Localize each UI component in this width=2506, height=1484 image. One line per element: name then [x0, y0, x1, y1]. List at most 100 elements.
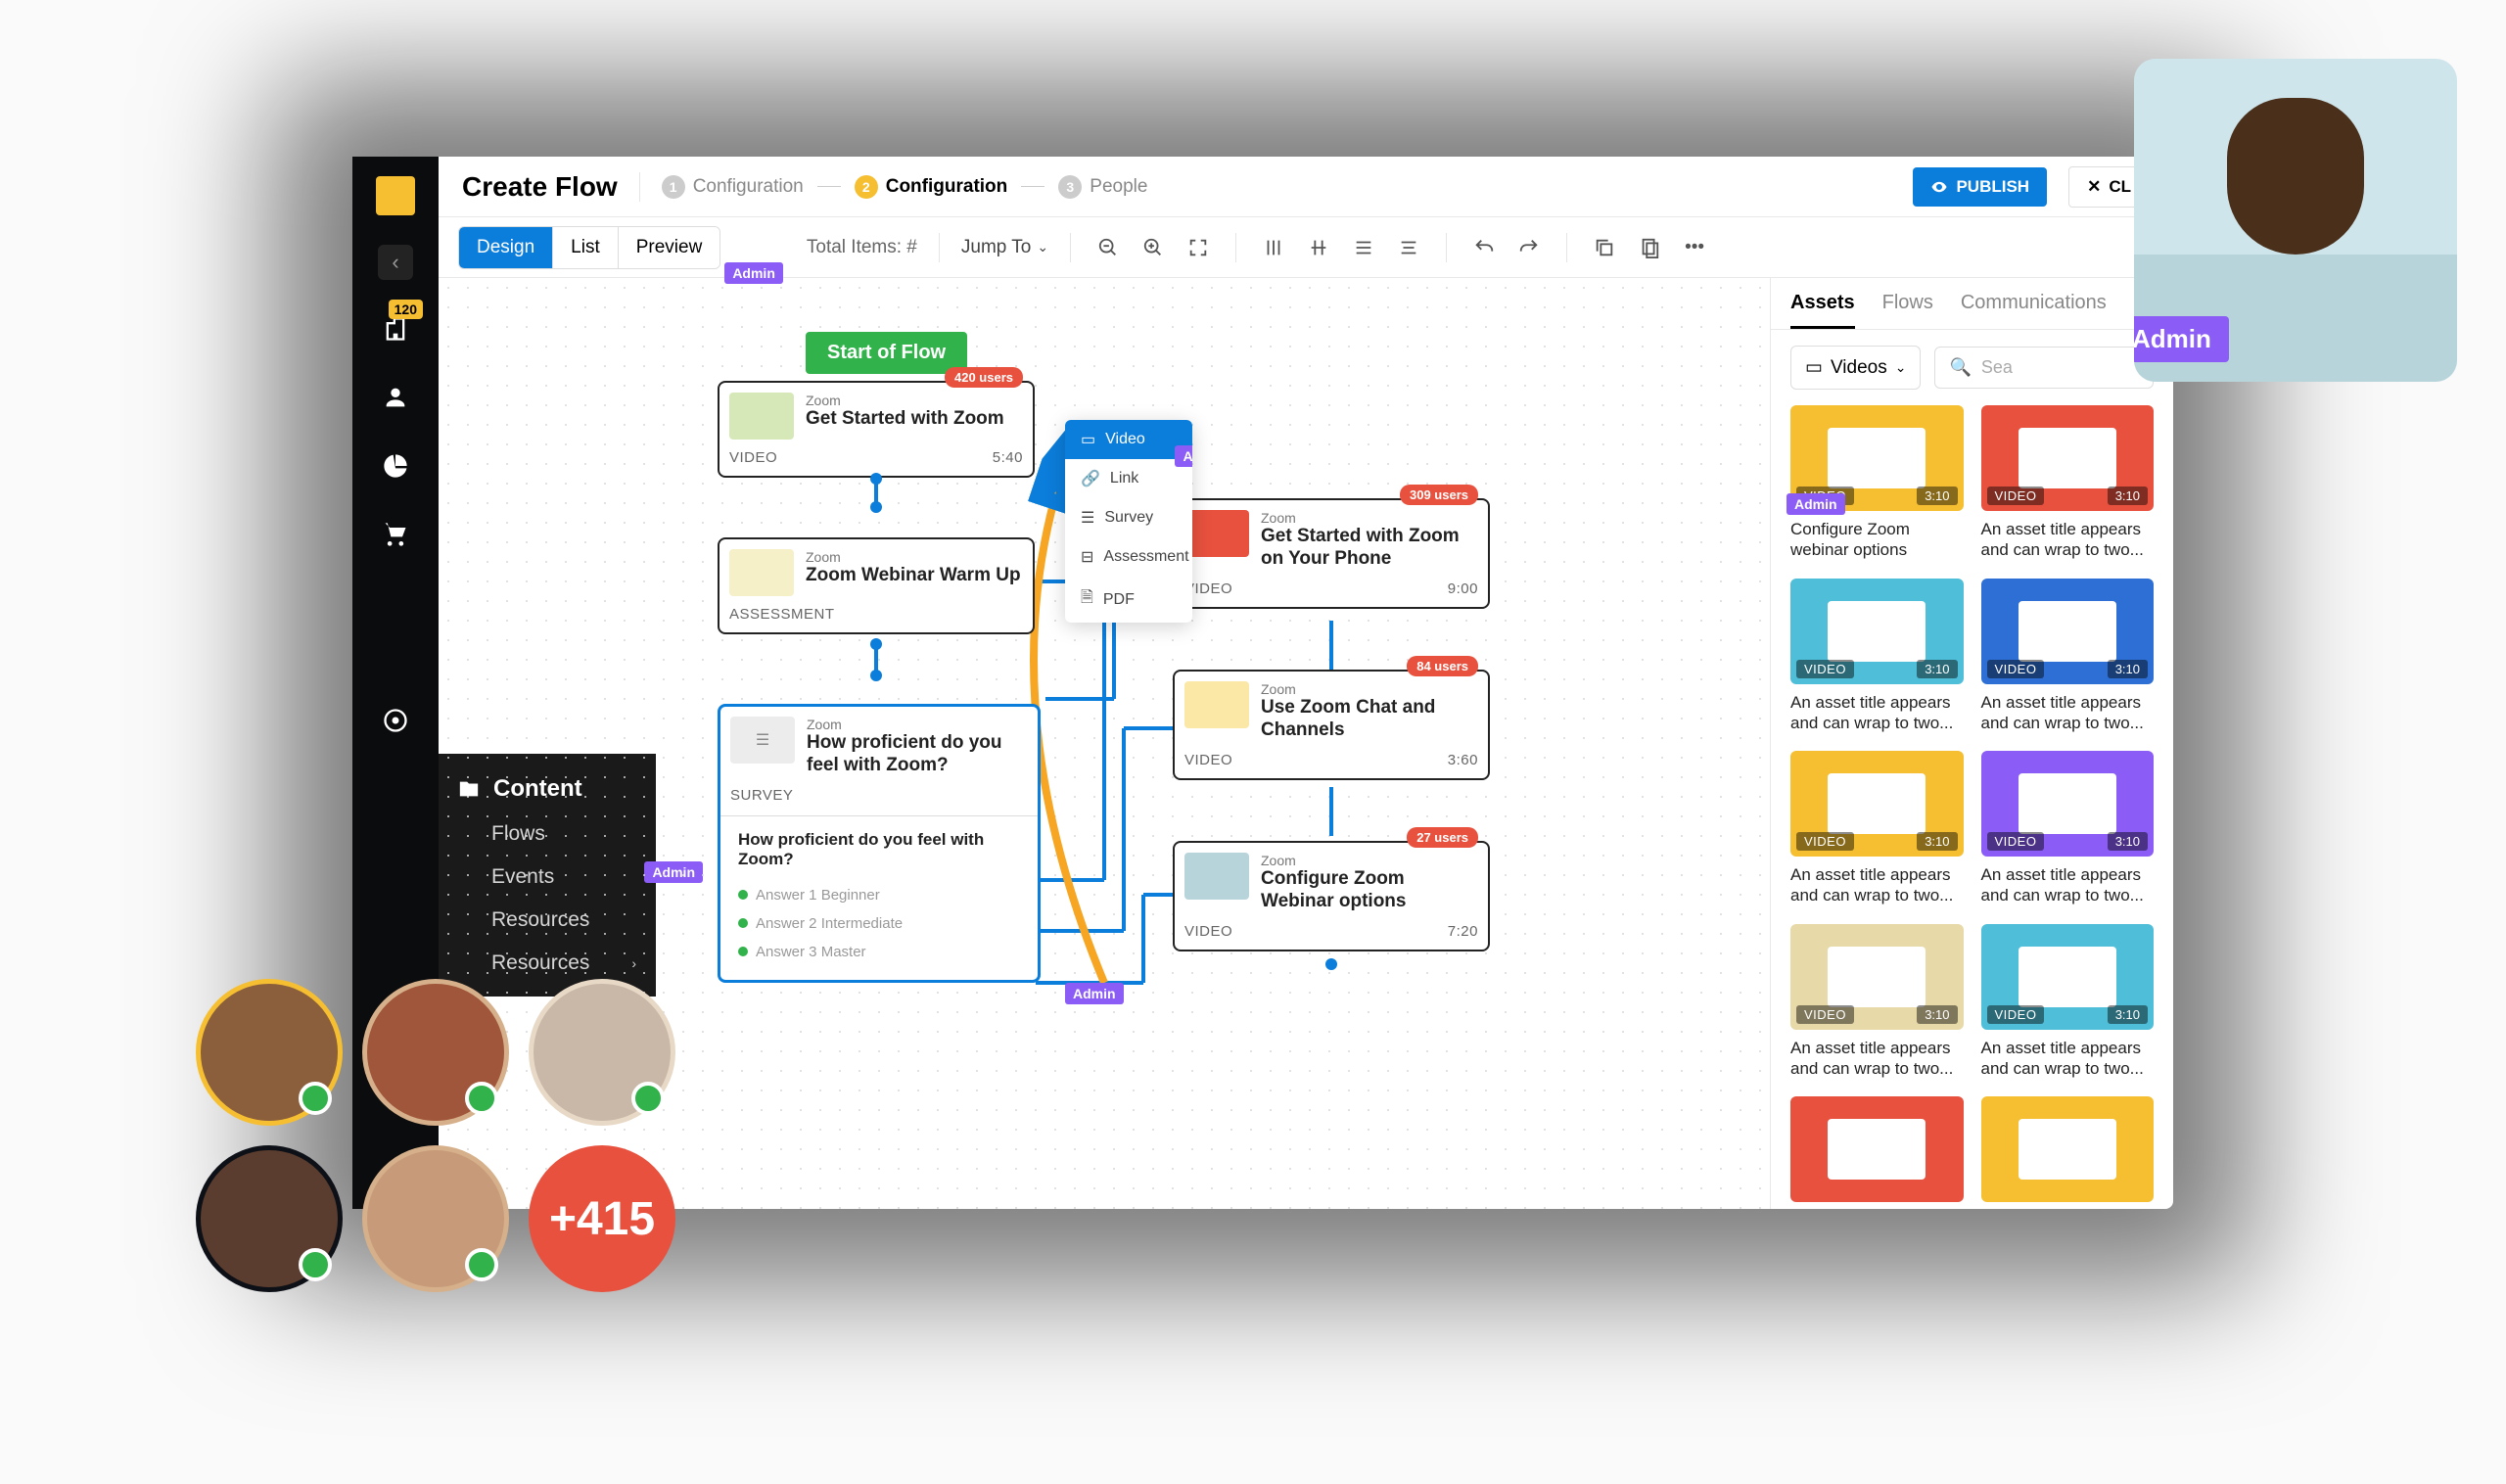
- align-v-icon[interactable]: [1303, 232, 1334, 263]
- flow-node[interactable]: 309 users ZoomGet Started with Zoom on Y…: [1173, 498, 1490, 609]
- align-h-icon[interactable]: [1258, 232, 1289, 263]
- pie-chart-icon[interactable]: [376, 446, 415, 486]
- flow-node[interactable]: 27 users ZoomConfigure Zoom Webinar opti…: [1173, 841, 1490, 951]
- asset-card[interactable]: VIDEO 3:10 An asset title appears and ca…: [1981, 751, 2155, 906]
- more-icon[interactable]: •••: [1679, 232, 1710, 263]
- asset-caption: An asset title appears and can wrap to t…: [1981, 519, 2155, 561]
- survey-answer[interactable]: Answer 2 Intermediate: [738, 909, 1020, 938]
- node-type-popup: ▭ Video 🔗 Link ☰ Survey ⊟ Assessment 🗎 P…: [1065, 420, 1192, 623]
- align-center-icon[interactable]: [1393, 232, 1424, 263]
- survey-answer[interactable]: Answer 1 Beginner: [738, 881, 1020, 909]
- tab-communications[interactable]: Communications: [1961, 292, 2107, 329]
- asset-card[interactable]: [1790, 1096, 1964, 1202]
- connector-handle[interactable]: [870, 473, 882, 485]
- asset-duration: 3:10: [1917, 487, 1957, 505]
- asset-type-label: VIDEO: [1796, 660, 1854, 678]
- distribute-icon[interactable]: [1348, 232, 1379, 263]
- asset-thumb: [1790, 1096, 1964, 1202]
- tab-list[interactable]: List: [553, 227, 619, 268]
- step-1[interactable]: 1Configuration: [662, 175, 804, 199]
- asset-card[interactable]: VIDEO 3:10 An asset title appears and ca…: [1790, 579, 1964, 734]
- asset-thumb: VIDEO 3:10: [1981, 751, 2155, 857]
- flow-node[interactable]: ZoomZoom Webinar Warm Up ASSESSMENT: [718, 537, 1035, 634]
- asset-card[interactable]: VIDEO 3:10 An asset title appears and ca…: [1790, 924, 1964, 1080]
- zoom-out-icon[interactable]: [1092, 232, 1124, 263]
- help-icon[interactable]: [376, 701, 415, 740]
- building-icon[interactable]: 120: [376, 309, 415, 348]
- connector-handle[interactable]: [1325, 958, 1337, 970]
- asset-card[interactable]: VIDEO 3:10 Admin Configure Zoom webinar …: [1790, 405, 1964, 561]
- logo-icon[interactable]: [376, 176, 415, 215]
- flow-node-selected[interactable]: ☰ZoomHow proficient do you feel with Zoo…: [718, 704, 1041, 983]
- asset-thumb: VIDEO 3:10: [1790, 751, 1964, 857]
- status-online-icon: [631, 1082, 665, 1115]
- publish-button[interactable]: PUBLISH: [1913, 167, 2047, 207]
- redo-icon[interactable]: [1513, 232, 1545, 263]
- node-thumb: [1184, 681, 1249, 728]
- popup-item-link[interactable]: 🔗 Link: [1065, 459, 1192, 498]
- asset-thumb: [1981, 1096, 2155, 1202]
- tab-design[interactable]: Design: [459, 227, 553, 268]
- avatar: [196, 1145, 343, 1292]
- users-badge: 84 users: [1407, 656, 1478, 676]
- node-thumb: [729, 549, 794, 596]
- fullscreen-icon[interactable]: [1183, 232, 1214, 263]
- tab-assets[interactable]: Assets: [1790, 292, 1855, 329]
- tab-preview[interactable]: Preview: [619, 227, 720, 268]
- asset-card[interactable]: VIDEO 3:10 An asset title appears and ca…: [1981, 924, 2155, 1080]
- view-segment: Design List Preview: [458, 226, 720, 269]
- step-3[interactable]: 3People: [1058, 175, 1147, 199]
- flow-node[interactable]: 84 users ZoomUse Zoom Chat and Channels …: [1173, 670, 1490, 780]
- asset-type-label: VIDEO: [1796, 832, 1854, 851]
- back-button[interactable]: ‹: [378, 245, 413, 280]
- asset-caption: Configure Zoom webinar options: [1790, 519, 1964, 561]
- search-icon: 🔍: [1949, 357, 1971, 378]
- copy-icon[interactable]: [1589, 232, 1620, 263]
- asset-duration: 3:10: [2108, 487, 2148, 505]
- avatar: [196, 979, 343, 1126]
- asset-card[interactable]: [1981, 1096, 2155, 1202]
- asset-thumb: VIDEO 3:10: [1981, 405, 2155, 511]
- start-node[interactable]: Start of Flow: [806, 332, 967, 374]
- header-bar: Create Flow 1Configuration 2Configuratio…: [439, 157, 2173, 217]
- flow-node[interactable]: 420 users ZoomGet Started with Zoom VIDE…: [718, 381, 1035, 478]
- asset-type-label: VIDEO: [1987, 487, 2045, 505]
- connector-handle[interactable]: [870, 670, 882, 681]
- asset-card[interactable]: VIDEO 3:10 An asset title appears and ca…: [1981, 405, 2155, 561]
- step-2[interactable]: 2Configuration: [855, 175, 1008, 199]
- asset-caption: An asset title appears and can wrap to t…: [1981, 1038, 2155, 1080]
- zoom-in-icon[interactable]: [1137, 232, 1169, 263]
- users-badge: 27 users: [1407, 827, 1478, 848]
- asset-thumb: VIDEO 3:10: [1790, 579, 1964, 684]
- status-online-icon: [299, 1082, 332, 1115]
- search-input[interactable]: 🔍Sea: [1934, 347, 2154, 389]
- popup-item-assessment[interactable]: ⊟ Assessment: [1065, 537, 1192, 577]
- connector-handle[interactable]: [870, 501, 882, 513]
- asset-thumb: VIDEO 3:10 Admin: [1790, 405, 1964, 511]
- connector-handle[interactable]: [870, 638, 882, 650]
- popup-item-survey[interactable]: ☰ Survey: [1065, 498, 1192, 537]
- survey-body: How proficient do you feel with Zoom? An…: [720, 815, 1038, 980]
- popup-item-video[interactable]: ▭ Video: [1065, 420, 1192, 459]
- node-thumb: [1184, 510, 1249, 557]
- undo-icon[interactable]: [1468, 232, 1500, 263]
- asset-card[interactable]: VIDEO 3:10 An asset title appears and ca…: [1790, 751, 1964, 906]
- popup-item-pdf[interactable]: 🗎 PDF: [1065, 577, 1192, 623]
- person-icon[interactable]: [376, 378, 415, 417]
- paste-icon[interactable]: [1634, 232, 1665, 263]
- status-online-icon: [299, 1248, 332, 1281]
- asset-type-label: VIDEO: [1987, 1005, 2045, 1024]
- users-badge: 309 users: [1400, 485, 1478, 505]
- asset-card[interactable]: VIDEO 3:10 An asset title appears and ca…: [1981, 579, 2155, 734]
- asset-caption: An asset title appears and can wrap to t…: [1790, 864, 1964, 906]
- asset-type-dropdown[interactable]: ▭ Videos ⌄: [1790, 346, 1921, 390]
- admin-tag: Admin: [1787, 493, 1845, 515]
- jump-to-dropdown[interactable]: Jump To ⌄: [961, 237, 1048, 258]
- asset-duration: 3:10: [1917, 832, 1957, 851]
- tab-flows[interactable]: Flows: [1882, 292, 1933, 329]
- sidebar-badge: 120: [389, 300, 423, 319]
- cart-icon[interactable]: [376, 515, 415, 554]
- avatar-overflow-count[interactable]: +415: [529, 1145, 675, 1292]
- admin-tag: Admin: [1065, 983, 1124, 1004]
- survey-answer[interactable]: Answer 3 Master: [738, 938, 1020, 966]
